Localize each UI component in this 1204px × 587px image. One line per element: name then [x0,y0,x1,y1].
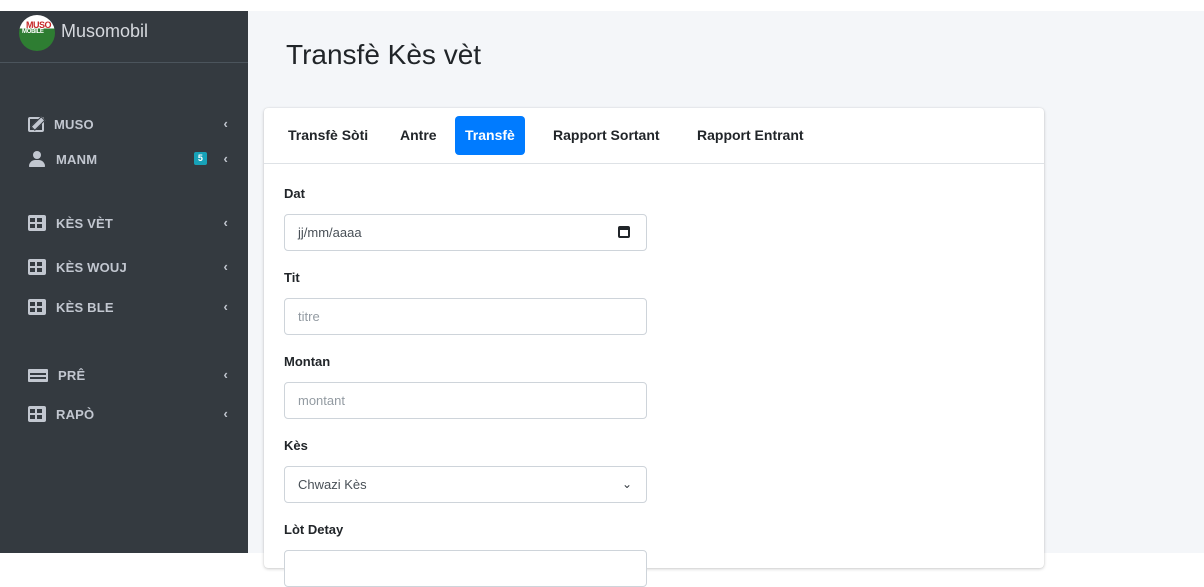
sidebar-item-kes-wouj[interactable]: KÈS WOUJ ‹ [28,254,234,280]
tab-transfe-soti[interactable]: Transfè Sòti [278,116,378,155]
sidebar-item-label: MUSO [54,116,94,132]
chevron-left-icon: ‹ [223,406,228,421]
amount-placeholder: montant [298,393,345,408]
user-icon [28,151,46,167]
tab-transfe[interactable]: Transfè [455,116,525,155]
tab-rapport-entrant[interactable]: Rapport Entrant [687,116,814,155]
table-icon [28,406,46,422]
sidebar-item-muso[interactable]: MUSO ‹ [28,111,234,137]
chevron-left-icon: ‹ [223,259,228,274]
details-label: Lòt Detay [284,522,344,537]
title-placeholder: titre [298,309,320,324]
date-placeholder: jj/mm/aaaa [298,225,362,240]
chevron-left-icon: ‹ [223,116,228,131]
app-root: MUSO MOBILE Musomobil MUSO ‹ MANM 5 ‹ KÈ… [0,11,1204,587]
title-field[interactable]: titre [284,298,647,335]
sidebar-item-label: RAPÒ [56,406,95,422]
table-icon [28,259,46,275]
brand-logo: MUSO MOBILE [19,14,55,51]
account-select[interactable]: Chwazi Kès ⌄ [284,466,647,503]
title-label: Tit [284,270,300,285]
sidebar-item-label: PRÊ [58,367,86,383]
date-label: Dat [284,186,305,201]
chevron-down-icon: ⌄ [621,477,632,491]
edit-icon [28,116,44,132]
sidebar-item-label: KÈS VÈT [56,215,114,231]
sidebar-item-kes-vet[interactable]: KÈS VÈT ‹ [28,210,234,236]
count-badge: 5 [194,152,207,165]
account-label: Kès [284,438,308,453]
tabs-bar: Transfè Sòti Antre Transfè Rapport Sorta… [264,108,1044,164]
chevron-left-icon: ‹ [223,299,228,314]
calendar-icon[interactable] [618,226,630,238]
sidebar-item-pre[interactable]: PRÊ ‹ [28,362,234,388]
account-selected-value: Chwazi Kès [298,477,367,492]
brand-name: Musomobil [61,21,149,41]
brand-link[interactable]: MUSO MOBILE Musomobil [0,11,248,63]
date-field[interactable]: jj/mm/aaaa [284,214,647,251]
form-card: Transfè Sòti Antre Transfè Rapport Sorta… [264,108,1044,587]
table-icon [28,299,46,315]
chevron-left-icon: ‹ [223,367,228,382]
sidebar-item-label: KÈS BLE [56,299,114,315]
sidebar-item-label: MANM [56,151,98,167]
sidebar-item-rapo[interactable]: RAPÒ ‹ [28,401,234,427]
sidebar-item-label: KÈS WOUJ [56,259,127,275]
chevron-left-icon: ‹ [223,151,228,166]
amount-label: Montan [284,354,331,369]
tab-antre[interactable]: Antre [390,116,447,155]
credit-card-icon [28,368,48,382]
tab-rapport-sortant[interactable]: Rapport Sortant [543,116,670,155]
chevron-left-icon: ‹ [223,215,228,230]
amount-field[interactable]: montant [284,382,647,419]
sidebar-item-kes-ble[interactable]: KÈS BLE ‹ [28,294,234,320]
sidebar: MUSO MOBILE Musomobil MUSO ‹ MANM 5 ‹ KÈ… [0,11,248,553]
sidebar-item-manm[interactable]: MANM 5 ‹ [28,146,234,172]
page-title: Transfè Kès vèt [286,39,482,70]
table-icon [28,215,46,231]
details-field[interactable] [284,550,647,587]
brand-logo-text-bottom: MOBILE [22,28,44,35]
